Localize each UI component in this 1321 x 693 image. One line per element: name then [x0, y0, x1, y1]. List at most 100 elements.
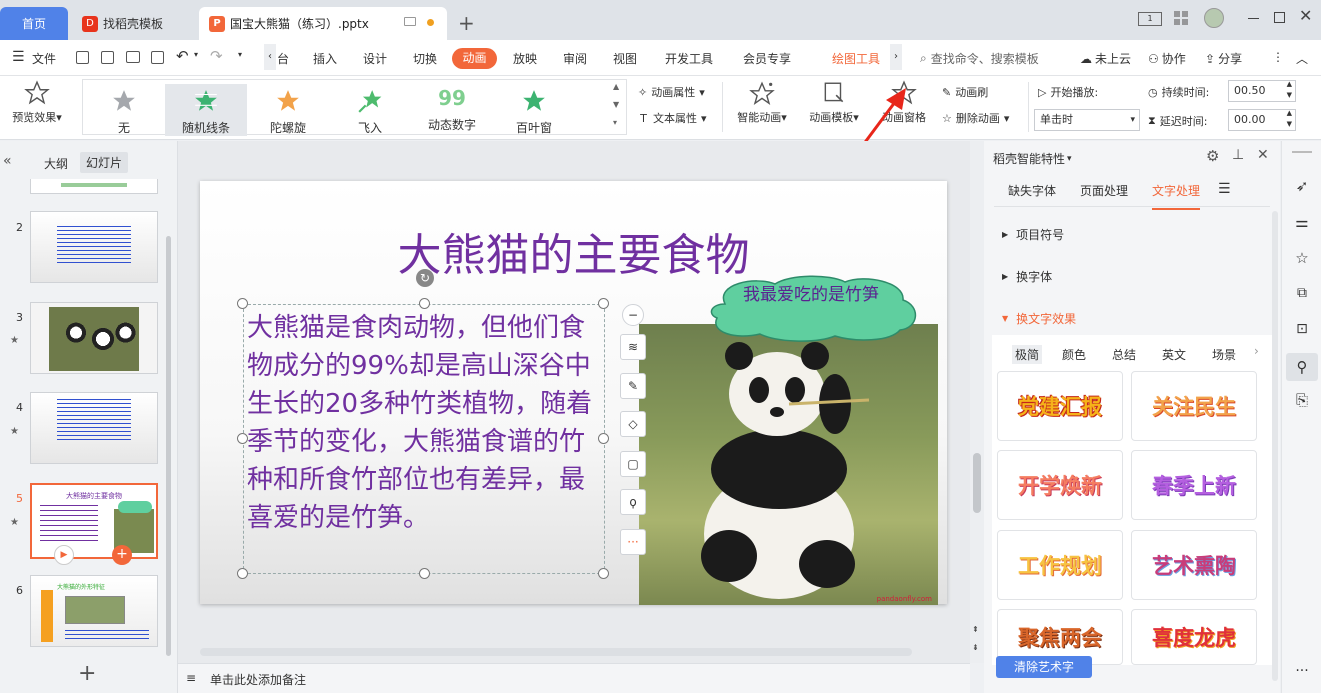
- resize-handle[interactable]: [598, 568, 609, 579]
- effect-tab-color[interactable]: 颜色: [1062, 346, 1086, 363]
- menu-file[interactable]: 文件: [32, 50, 56, 67]
- next-slide-icon[interactable]: ⇟: [972, 643, 979, 652]
- gallery-item-random-lines[interactable]: 随机线条: [165, 84, 247, 136]
- menu-insert[interactable]: 插入: [313, 50, 337, 67]
- left-scrollbar[interactable]: [166, 236, 171, 656]
- slide-thumbnail[interactable]: [30, 211, 158, 283]
- layout-icon[interactable]: 1: [1138, 12, 1162, 26]
- sliders-icon[interactable]: ⚌: [1292, 213, 1312, 233]
- rotate-handle[interactable]: ↻: [416, 269, 434, 287]
- command-search[interactable]: ⌕ 查找命令、搜索模板: [920, 50, 1039, 67]
- resize-handle[interactable]: [237, 568, 248, 579]
- slide-thumbnail[interactable]: [30, 392, 158, 464]
- print-icon[interactable]: [126, 51, 140, 63]
- menu-slideshow[interactable]: 放映: [513, 50, 537, 67]
- menu-animation[interactable]: 动画: [452, 48, 497, 69]
- spinner-icon[interactable]: ▲ ▼: [1287, 108, 1292, 130]
- gallery-item-fly-in[interactable]: 飞入: [329, 84, 411, 136]
- smart-animation-button[interactable]: 智能动画▾: [730, 80, 794, 125]
- pin-icon[interactable]: ⊥: [1232, 147, 1244, 163]
- vertical-scrollbar[interactable]: ⇞ ⇟: [970, 141, 984, 663]
- resize-handle[interactable]: [419, 568, 430, 579]
- tab-missing-fonts[interactable]: 缺失字体: [1008, 182, 1056, 199]
- menu-transition[interactable]: 切换: [413, 50, 437, 67]
- panel-scrollbar[interactable]: [1272, 211, 1278, 681]
- delay-input[interactable]: 00.00 ▲ ▼: [1228, 109, 1296, 131]
- save-icon[interactable]: [76, 51, 89, 64]
- prev-slide-icon[interactable]: ⇞: [972, 625, 979, 634]
- tab-home[interactable]: 首页: [0, 7, 68, 40]
- section-change-font[interactable]: ▶ 换字体: [1002, 268, 1052, 285]
- rocket-icon[interactable]: ➶: [1292, 177, 1312, 197]
- scroll-left-icon[interactable]: ‹: [264, 44, 276, 70]
- cloud-status-button[interactable]: ☁ 未上云: [1080, 50, 1131, 67]
- slide-thumbnail[interactable]: [30, 179, 158, 194]
- slide-thumbnail-selected[interactable]: 大熊猫的主要食物 ▶ +: [30, 483, 158, 565]
- spinner-icon[interactable]: ▲ ▼: [1287, 79, 1292, 101]
- gallery-expand-icon[interactable]: ▾: [613, 118, 617, 127]
- layers-icon[interactable]: ≋: [620, 334, 646, 360]
- effect-tab-english[interactable]: 英文: [1162, 346, 1186, 363]
- slide[interactable]: 大熊猫的主要食物 ↻ 大熊猫是食肉动物，但他们食物成分的99%却是高山深谷中生长…: [200, 181, 947, 605]
- scroll-right-icon[interactable]: ›: [890, 44, 902, 70]
- slide-body-text[interactable]: 大熊猫是食肉动物，但他们食物成分的99%却是高山深谷中生长的20多种竹类植物，随…: [247, 309, 602, 537]
- resize-handle[interactable]: [598, 298, 609, 309]
- resize-handle[interactable]: [237, 298, 248, 309]
- notes-bar[interactable]: ≡ 单击此处添加备注: [178, 663, 970, 693]
- effect-new-semester[interactable]: 开学焕新: [997, 450, 1123, 520]
- slide-thumbnail[interactable]: [30, 302, 158, 374]
- lightbulb-icon[interactable]: ϙ: [620, 489, 646, 515]
- frame-icon[interactable]: ▢: [620, 451, 646, 477]
- add-slide-button[interactable]: +: [78, 661, 96, 686]
- tab-menu-icon[interactable]: ☰: [1218, 181, 1231, 197]
- collapse-ribbon-icon[interactable]: ︿: [1296, 50, 1308, 67]
- print-preview-icon[interactable]: [151, 51, 164, 64]
- gallery-scroll-down-icon[interactable]: ▼: [613, 100, 619, 109]
- tab-document[interactable]: P 国宝大熊猫（练习）.pptx: [199, 7, 447, 40]
- new-tab-button[interactable]: +: [458, 11, 475, 35]
- maximize-button[interactable]: [1274, 12, 1285, 23]
- tab-outline[interactable]: 大纲: [44, 155, 68, 172]
- menu-design[interactable]: 设计: [363, 50, 387, 67]
- resize-handle[interactable]: [419, 298, 430, 309]
- undo-dropdown-icon[interactable]: ▾: [194, 50, 198, 59]
- resize-handle[interactable]: [237, 433, 248, 444]
- redo-icon[interactable]: ↷: [210, 47, 223, 65]
- slide-thumbnail[interactable]: 大熊猫的外形特征: [30, 575, 158, 647]
- clear-art-text-button[interactable]: 清除艺术字: [996, 656, 1092, 678]
- more-options-icon[interactable]: ···: [620, 529, 646, 555]
- gallery-item-spin[interactable]: 陀螺旋: [247, 84, 329, 136]
- collapse-panel-icon[interactable]: «: [3, 153, 12, 169]
- more-icon[interactable]: ···: [1292, 663, 1312, 683]
- section-text-effects[interactable]: ▼ 换文字效果: [1002, 310, 1076, 327]
- panel-title[interactable]: 稻壳智能特性 ▾: [993, 150, 1072, 167]
- gallery-item-none[interactable]: 无: [83, 84, 165, 136]
- close-panel-icon[interactable]: ✕: [1257, 147, 1269, 163]
- collaborate-button[interactable]: ⚇ 协作: [1148, 50, 1186, 67]
- effect-tab-minimal[interactable]: 极简: [1012, 345, 1043, 364]
- effect-tab-scene[interactable]: 场景: [1212, 346, 1236, 363]
- tab-slides[interactable]: 幻灯片: [80, 152, 129, 173]
- effect-tab-summary[interactable]: 总结: [1112, 346, 1136, 363]
- section-bullets[interactable]: ▶ 项目符号: [1002, 226, 1064, 243]
- effect-dragon[interactable]: 喜度龙虎: [1131, 609, 1257, 665]
- minimize-button[interactable]: [1248, 18, 1259, 19]
- panda-photo[interactable]: pandaonfly.com: [639, 324, 938, 605]
- add-slide-inline-button[interactable]: +: [112, 545, 132, 565]
- speech-bubble[interactable]: 我最爱吃的是竹笋: [705, 274, 923, 342]
- effect-livelihood[interactable]: 关注民生: [1131, 371, 1257, 441]
- tab-page-processing[interactable]: 页面处理: [1080, 182, 1128, 199]
- effect-tabs-next-icon[interactable]: ›: [1254, 344, 1259, 358]
- gallery-scroll-up-icon[interactable]: ▲: [613, 82, 619, 91]
- pen-icon[interactable]: ✎: [620, 373, 646, 399]
- export-pdf-icon[interactable]: [101, 51, 114, 64]
- resize-handle[interactable]: [598, 433, 609, 444]
- share-button[interactable]: ⇪ 分享: [1205, 50, 1242, 67]
- start-play-select[interactable]: 单击时 ▾: [1034, 109, 1140, 131]
- effect-art[interactable]: 艺术熏陶: [1131, 530, 1257, 600]
- animation-brush-button[interactable]: ✎ 动画刷: [942, 84, 988, 100]
- fill-icon[interactable]: ◇: [620, 411, 646, 437]
- gallery-item-dynamic-number[interactable]: 99 动态数字: [411, 84, 493, 136]
- avatar[interactable]: [1204, 8, 1224, 28]
- horizontal-scrollbar[interactable]: [200, 648, 912, 656]
